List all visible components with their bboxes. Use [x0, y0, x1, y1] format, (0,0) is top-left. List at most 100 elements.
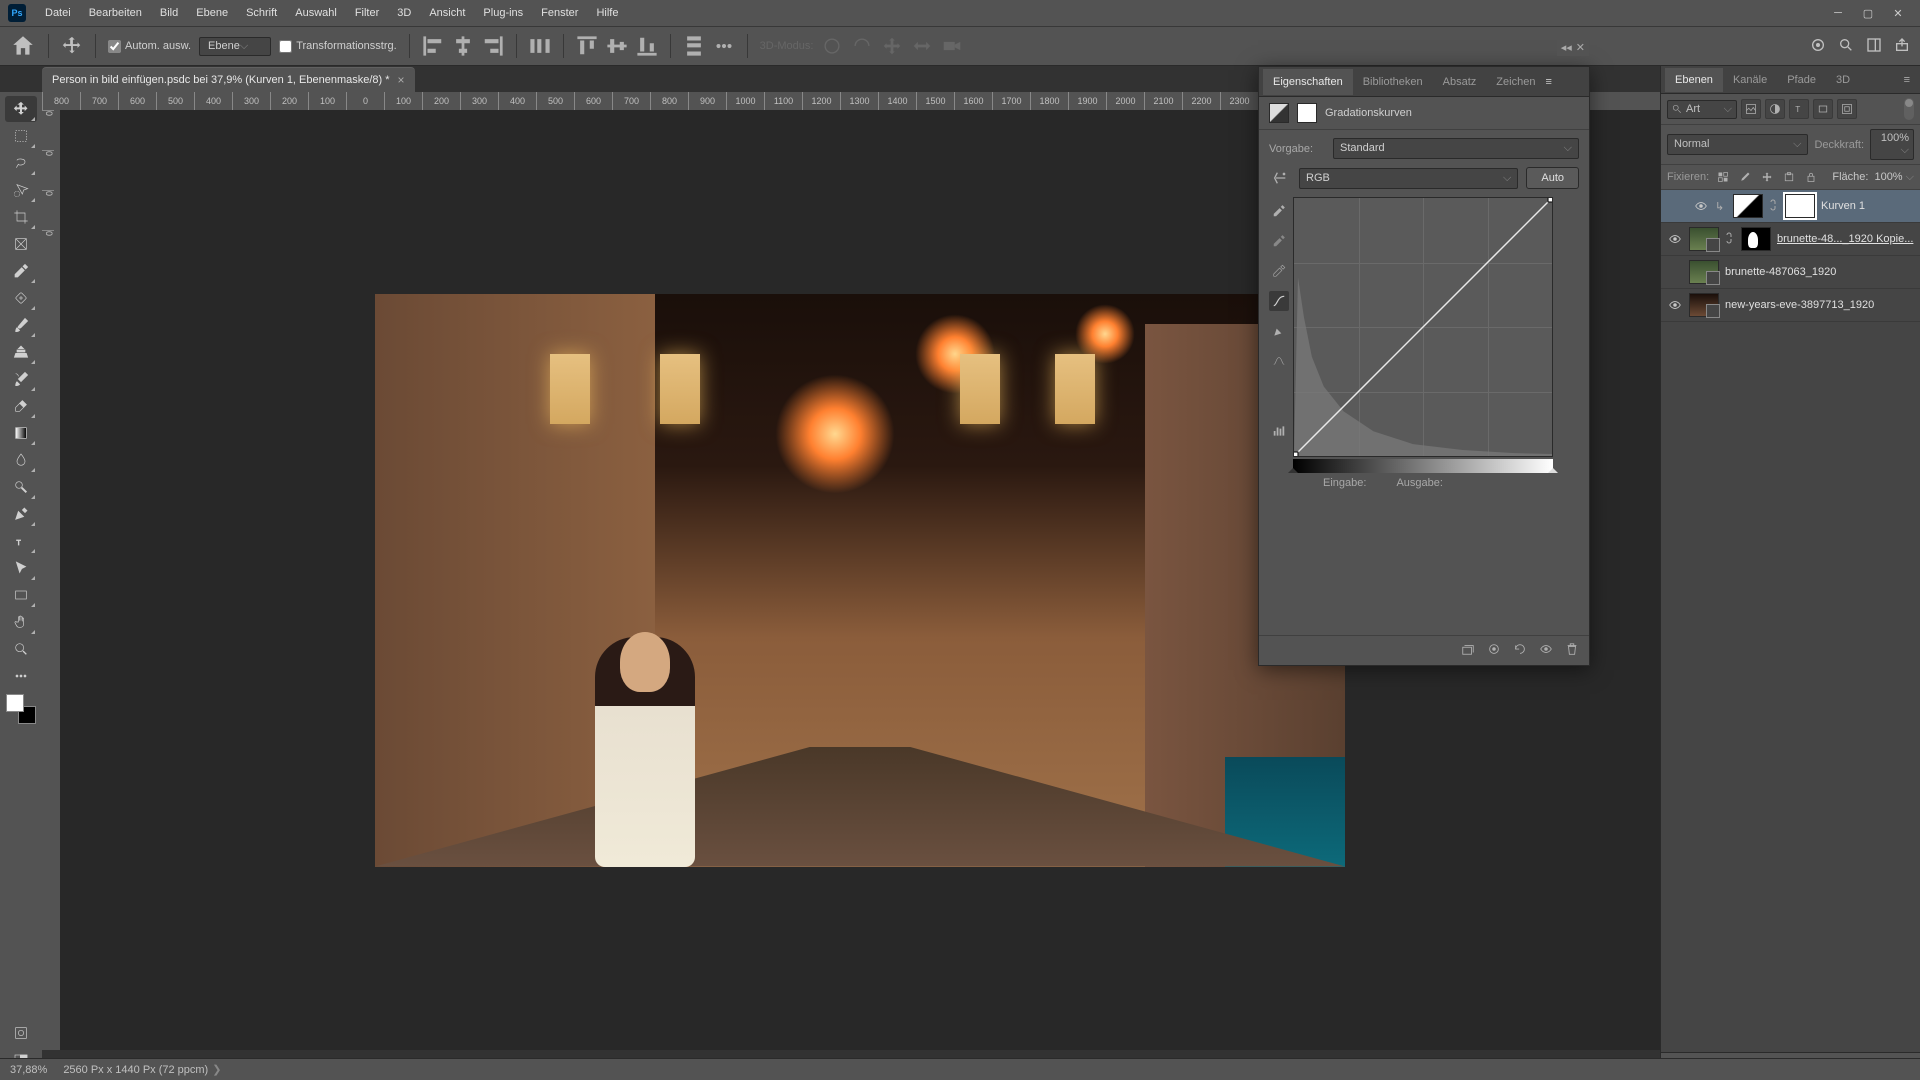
menu-help[interactable]: Hilfe [587, 3, 627, 23]
lock-all-icon[interactable] [1803, 169, 1819, 185]
view-previous-state-icon[interactable] [1487, 642, 1501, 659]
distribute-horizontal-icon[interactable] [529, 35, 551, 57]
healing-brush-tool[interactable] [5, 285, 37, 311]
marquee-tool[interactable] [5, 123, 37, 149]
layer-thumbnail[interactable] [1733, 194, 1763, 218]
menu-type[interactable]: Schrift [237, 3, 286, 23]
align-bottom-edges-icon[interactable] [636, 35, 658, 57]
layer-name[interactable]: brunette-48..._1920 Kopie... [1777, 233, 1914, 245]
type-tool[interactable]: T [5, 528, 37, 554]
brush-tool[interactable] [5, 312, 37, 338]
menu-file[interactable]: Datei [36, 3, 80, 23]
share-icon[interactable] [1894, 37, 1910, 56]
tab-libraries[interactable]: Bibliotheken [1353, 69, 1433, 95]
panel-close-icon[interactable]: ✕ [1576, 41, 1585, 54]
history-brush-tool[interactable] [5, 366, 37, 392]
toggle-visibility-icon[interactable] [1539, 642, 1553, 659]
path-select-tool[interactable] [5, 555, 37, 581]
properties-panel-menu-icon[interactable]: ≡ [1545, 76, 1551, 88]
reset-adjustment-icon[interactable] [1513, 642, 1527, 659]
edit-toolbar-icon[interactable] [5, 663, 37, 689]
layer-mask-thumbnail[interactable] [1785, 194, 1815, 218]
menu-plugins[interactable]: Plug-ins [474, 3, 532, 23]
crop-tool[interactable] [5, 204, 37, 230]
gradient-tool[interactable] [5, 420, 37, 446]
eyedropper-tool[interactable] [5, 258, 37, 284]
layer-filter-toggle[interactable] [1904, 98, 1914, 120]
preset-dropdown[interactable]: Standard⌵ [1333, 138, 1579, 159]
align-vertical-centers-icon[interactable] [606, 35, 628, 57]
hand-tool[interactable] [5, 609, 37, 635]
window-minimize-button[interactable]: ─ [1824, 4, 1852, 22]
sample-white-eyedropper-icon[interactable] [1269, 261, 1289, 281]
menu-edit[interactable]: Bearbeiten [80, 3, 151, 23]
channel-dropdown[interactable]: RGB⌵ [1299, 168, 1518, 189]
clone-stamp-tool[interactable] [5, 339, 37, 365]
zoom-tool[interactable] [5, 636, 37, 662]
sample-gray-eyedropper-icon[interactable] [1269, 231, 1289, 251]
menu-layer[interactable]: Ebene [187, 3, 237, 23]
align-horizontal-centers-icon[interactable] [452, 35, 474, 57]
more-align-options-icon[interactable] [713, 35, 735, 57]
layer-name[interactable]: new-years-eve-3897713_1920 [1725, 299, 1914, 311]
menu-image[interactable]: Bild [151, 3, 187, 23]
layer-filter-kind-dropdown[interactable]: Art⌵ [1667, 100, 1737, 119]
document-dimensions[interactable]: 2560 Px x 1440 Px (72 ppcm)❯ [63, 1063, 221, 1076]
filter-adjustment-icon[interactable] [1765, 99, 1785, 119]
targeted-adjust-tool-icon[interactable] [1269, 167, 1291, 189]
delete-adjustment-icon[interactable] [1565, 642, 1579, 659]
document-tab-close-icon[interactable]: × [398, 73, 405, 87]
auto-select-checkbox[interactable]: Autom. ausw. [108, 40, 191, 53]
foreground-color-swatch[interactable] [6, 694, 24, 712]
lock-artboard-icon[interactable] [1781, 169, 1797, 185]
tab-paths[interactable]: Pfade [1777, 68, 1826, 92]
layer-name[interactable]: brunette-487063_1920 [1725, 266, 1914, 278]
white-point-slider[interactable] [1548, 463, 1558, 473]
layer-visibility-toggle[interactable] [1693, 198, 1709, 214]
auto-button[interactable]: Auto [1526, 167, 1579, 189]
pen-tool[interactable] [5, 501, 37, 527]
tab-paragraph[interactable]: Absatz [1433, 69, 1487, 95]
color-swatches[interactable] [6, 694, 36, 724]
ruler-vertical[interactable]: 0000 [42, 110, 60, 1050]
blur-tool[interactable] [5, 447, 37, 473]
auto-select-target-dropdown[interactable]: Ebene ⌵ [199, 37, 271, 56]
search-icon[interactable] [1838, 37, 1854, 56]
curves-graph[interactable] [1293, 197, 1553, 457]
layer-mask-thumbnail[interactable] [1741, 227, 1771, 251]
fill-input[interactable]: 100% ⌵ [1874, 171, 1914, 184]
layers-panel-menu-icon[interactable]: ≡ [1898, 74, 1916, 86]
lock-transparency-icon[interactable] [1715, 169, 1731, 185]
quick-select-tool[interactable] [5, 177, 37, 203]
tab-channels[interactable]: Kanäle [1723, 68, 1777, 92]
align-top-edges-icon[interactable] [576, 35, 598, 57]
edit-points-icon[interactable] [1269, 291, 1289, 311]
layer-thumbnail[interactable] [1689, 293, 1719, 317]
lock-position-icon[interactable] [1759, 169, 1775, 185]
quick-mask-icon[interactable] [5, 1020, 37, 1046]
frame-tool[interactable] [5, 231, 37, 257]
layer-visibility-toggle[interactable] [1667, 297, 1683, 313]
menu-3d[interactable]: 3D [388, 3, 420, 23]
document-canvas[interactable] [375, 294, 1345, 867]
move-tool[interactable] [5, 96, 37, 122]
menu-filter[interactable]: Filter [346, 3, 388, 23]
layer-name[interactable]: Kurven 1 [1821, 200, 1914, 212]
layer-row[interactable]: new-years-eve-3897713_1920 [1661, 289, 1920, 322]
filter-type-icon[interactable]: T [1789, 99, 1809, 119]
eraser-tool[interactable] [5, 393, 37, 419]
sample-black-eyedropper-icon[interactable] [1269, 201, 1289, 221]
menu-window[interactable]: Fenster [532, 3, 587, 23]
home-icon[interactable] [10, 33, 36, 59]
window-maximize-button[interactable]: ▢ [1854, 4, 1882, 22]
mask-thumbnail-icon[interactable] [1297, 103, 1317, 123]
layer-row[interactable]: ↳Kurven 1 [1661, 190, 1920, 223]
calculate-histogram-icon[interactable] [1269, 421, 1289, 441]
lasso-tool[interactable] [5, 150, 37, 176]
smooth-curve-icon[interactable] [1269, 351, 1289, 371]
opacity-input[interactable]: 100% ⌵ [1870, 129, 1914, 160]
panel-collapse-icon[interactable]: ◂◂ [1561, 41, 1572, 54]
layer-row[interactable]: brunette-48..._1920 Kopie... [1661, 223, 1920, 256]
tab-properties[interactable]: Eigenschaften [1263, 69, 1353, 95]
layer-visibility-toggle[interactable] [1667, 231, 1683, 247]
